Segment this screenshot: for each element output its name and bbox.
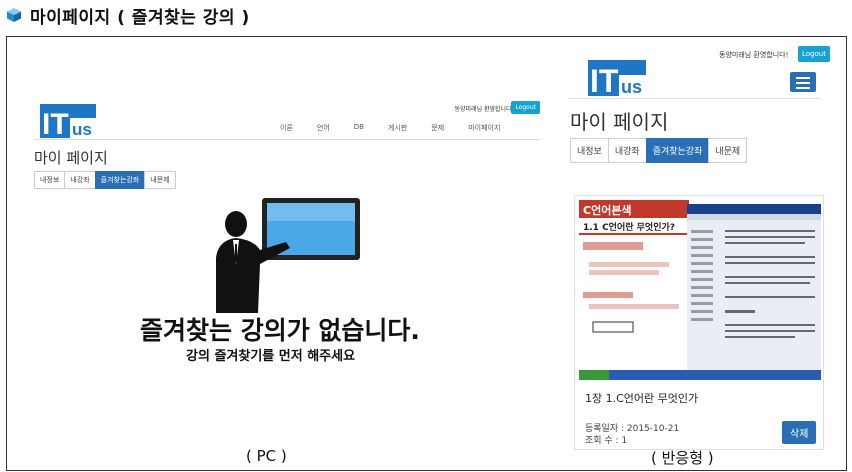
welcome-text: 동양미래님 환영합니다! — [719, 51, 789, 59]
logout-button[interactable]: Logout — [798, 46, 830, 62]
nav-item-board[interactable]: 게시판 — [388, 123, 407, 133]
course-title[interactable]: 1장 1.C언어란 무엇인가 — [585, 390, 698, 406]
delete-button[interactable]: 삭제 — [782, 421, 817, 444]
nav-item-theory[interactable]: 이론 — [280, 123, 293, 133]
divider — [568, 98, 820, 99]
welcome-text: 동양미래님 환영합니다! — [454, 106, 514, 113]
mypage-tabs: 내정보 내강좌 즐겨찾는강좌 내문제 — [34, 171, 176, 189]
course-thumbnail[interactable]: C언어본색 1.1 C언어란 무엇인가? — [579, 200, 821, 380]
document-heading-text: 마이페이지 ( 즐겨찾는 강의 ) — [30, 7, 250, 28]
presenter-illustration — [206, 198, 366, 313]
caption-pc: ( PC ) — [246, 447, 287, 465]
logo-us: us — [72, 120, 92, 138]
thumb-subheading: 1.1 C언어란 무엇인가? — [583, 221, 675, 233]
main-nav: 이론 언어 DB 게시판 문제 마이페이지 — [280, 123, 524, 133]
nav-item-language[interactable]: 언어 — [317, 123, 330, 133]
tab-my-courses[interactable]: 내강좌 — [607, 138, 647, 163]
mypage-tabs: 내정보 내강좌 즐겨찾는강좌 내문제 — [570, 138, 748, 163]
tab-my-info[interactable]: 내정보 — [570, 138, 609, 163]
thumb-heading: C언어본색 — [583, 203, 632, 217]
hamburger-menu-button[interactable] — [790, 72, 816, 92]
tab-my-problems[interactable]: 내문제 — [708, 138, 748, 163]
empty-state-subtitle: 강의 즐겨찾기를 먼저 해주세요 — [186, 349, 356, 364]
mobile-screen: 동양미래님 환영합니다! Logout IT us 마이 페이지 내정보 내강좌… — [568, 40, 830, 450]
logout-button[interactable]: Logout — [511, 101, 540, 114]
tab-my-courses[interactable]: 내강좌 — [64, 171, 96, 189]
tab-favorite-courses[interactable]: 즐겨찾는강좌 — [645, 138, 710, 163]
cube-icon — [6, 7, 22, 23]
itus-logo[interactable]: IT us — [40, 104, 96, 141]
nav-item-db[interactable]: DB — [354, 123, 364, 133]
tab-my-problems[interactable]: 내문제 — [144, 171, 176, 189]
tab-favorite-courses[interactable]: 즐겨찾는강좌 — [94, 171, 146, 189]
pc-screen: IT us 동양미래님 환영합니다! Logout 이론 언어 DB 게시판 문… — [20, 60, 540, 390]
divider — [34, 139, 540, 140]
tab-my-info[interactable]: 내정보 — [34, 171, 66, 189]
page-title: 마이 페이지 — [34, 149, 108, 167]
empty-state-title: 즐겨찾는 강의가 없습니다. — [140, 316, 420, 345]
logo-it: IT — [42, 108, 69, 138]
document-heading: 마이페이지 ( 즐겨찾는 강의 ) — [6, 4, 250, 28]
logo-it: IT — [590, 63, 619, 96]
course-view-count: 조회 수 : 1 — [585, 436, 628, 446]
nav-item-problems[interactable]: 문제 — [431, 123, 444, 133]
nav-item-mypage[interactable]: 마이페이지 — [468, 123, 500, 133]
logo-us: us — [621, 77, 642, 96]
course-card[interactable]: C언어본색 1.1 C언어란 무엇인가? 1장 1.C언어란 무엇인가 등록일자… — [574, 195, 824, 450]
caption-mobile: ( 반응형 ) — [651, 449, 714, 467]
page-title: 마이 페이지 — [570, 110, 669, 134]
itus-logo[interactable]: IT us — [588, 60, 646, 99]
